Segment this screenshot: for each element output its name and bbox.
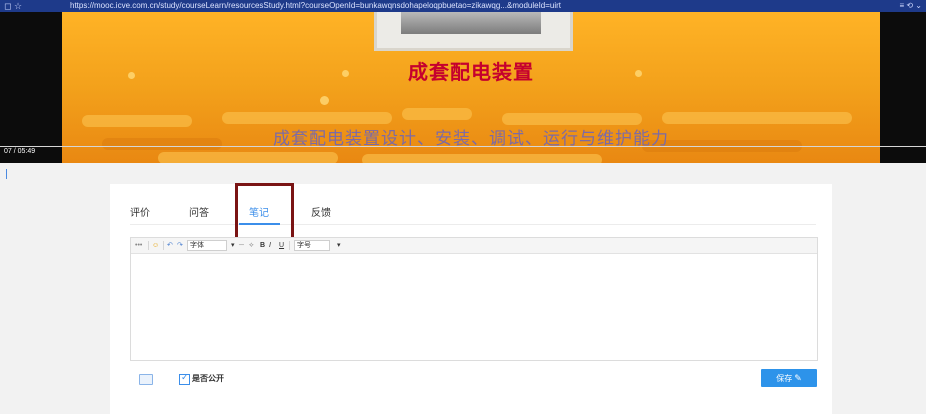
dropdown-arrow-icon[interactable]: ▾	[337, 240, 341, 251]
note-editor[interactable]: ••• ☺ ↶ ↷ 字体 ▾ ─ ⟡ B I U 字号 ▾	[130, 237, 818, 361]
font-family-select[interactable]: 字体	[187, 240, 227, 251]
focus-indicator	[6, 169, 7, 179]
video-progress-bar[interactable]	[0, 146, 926, 147]
tab-divider	[130, 224, 816, 225]
public-checkbox[interactable]: ✓	[179, 372, 190, 385]
tab-feedback[interactable]: 反馈	[311, 204, 331, 219]
video-frame: 成套配电装置 成套配电装置设计、安装、调试、运行与维护能力	[62, 12, 880, 163]
address-url[interactable]: https://mooc.icve.com.cn/study/courseLea…	[70, 0, 561, 12]
browser-toolbar-icons[interactable]: ≡ ⟲ ⌄	[899, 0, 922, 12]
decor-stripe	[362, 154, 602, 163]
bold-button[interactable]: B	[260, 240, 265, 251]
decor-stripe	[402, 108, 472, 120]
video-title: 成套配电装置	[408, 62, 534, 84]
decor-stripe	[662, 112, 852, 124]
editor-toolbar: ••• ☺ ↶ ↷ 字体 ▾ ─ ⟡ B I U 字号 ▾	[131, 238, 817, 254]
italic-button[interactable]: I	[269, 240, 271, 251]
note-textarea[interactable]	[131, 254, 817, 360]
tab-evaluation[interactable]: 评价	[130, 204, 150, 219]
tab-qa[interactable]: 问答	[189, 204, 209, 219]
check-icon: ✓	[181, 372, 189, 382]
pen-icon: ✎	[794, 373, 802, 383]
folder-icon[interactable]	[139, 374, 153, 385]
highlight-box	[235, 183, 294, 242]
save-button[interactable]: 保存 ✎	[761, 369, 817, 387]
browser-address-bar[interactable]: ◻ ☆ https://mooc.icve.com.cn/study/cours…	[0, 0, 926, 12]
font-size-select[interactable]: 字号	[294, 240, 330, 251]
format-icon[interactable]: ─	[239, 240, 244, 251]
clear-format-icon[interactable]: ⟡	[249, 240, 254, 251]
video-time: 07 / 05:49	[4, 148, 36, 155]
underline-button[interactable]: U	[279, 240, 284, 251]
device-image	[374, 12, 573, 51]
video-player[interactable]: 成套配电装置 成套配电装置设计、安装、调试、运行与维护能力 07 / 05:49	[0, 12, 926, 163]
undo-icon[interactable]: ↶	[167, 240, 173, 251]
decor-stripe	[158, 152, 338, 163]
decor-stripe	[222, 112, 392, 124]
notes-panel: 评价 问答 笔记 反馈 ••• ☺ ↶ ↷ 字体 ▾ ─ ⟡ B I U 字号 …	[110, 183, 832, 414]
redo-icon[interactable]: ↷	[177, 240, 183, 251]
browser-nav-icons[interactable]: ◻ ☆	[4, 0, 22, 12]
public-label: 是否公开	[192, 374, 224, 383]
emoji-icon[interactable]: ☺	[152, 240, 159, 251]
source-icon[interactable]: •••	[135, 240, 142, 251]
dropdown-arrow-icon[interactable]: ▾	[231, 240, 235, 251]
decor-dot	[320, 96, 329, 105]
